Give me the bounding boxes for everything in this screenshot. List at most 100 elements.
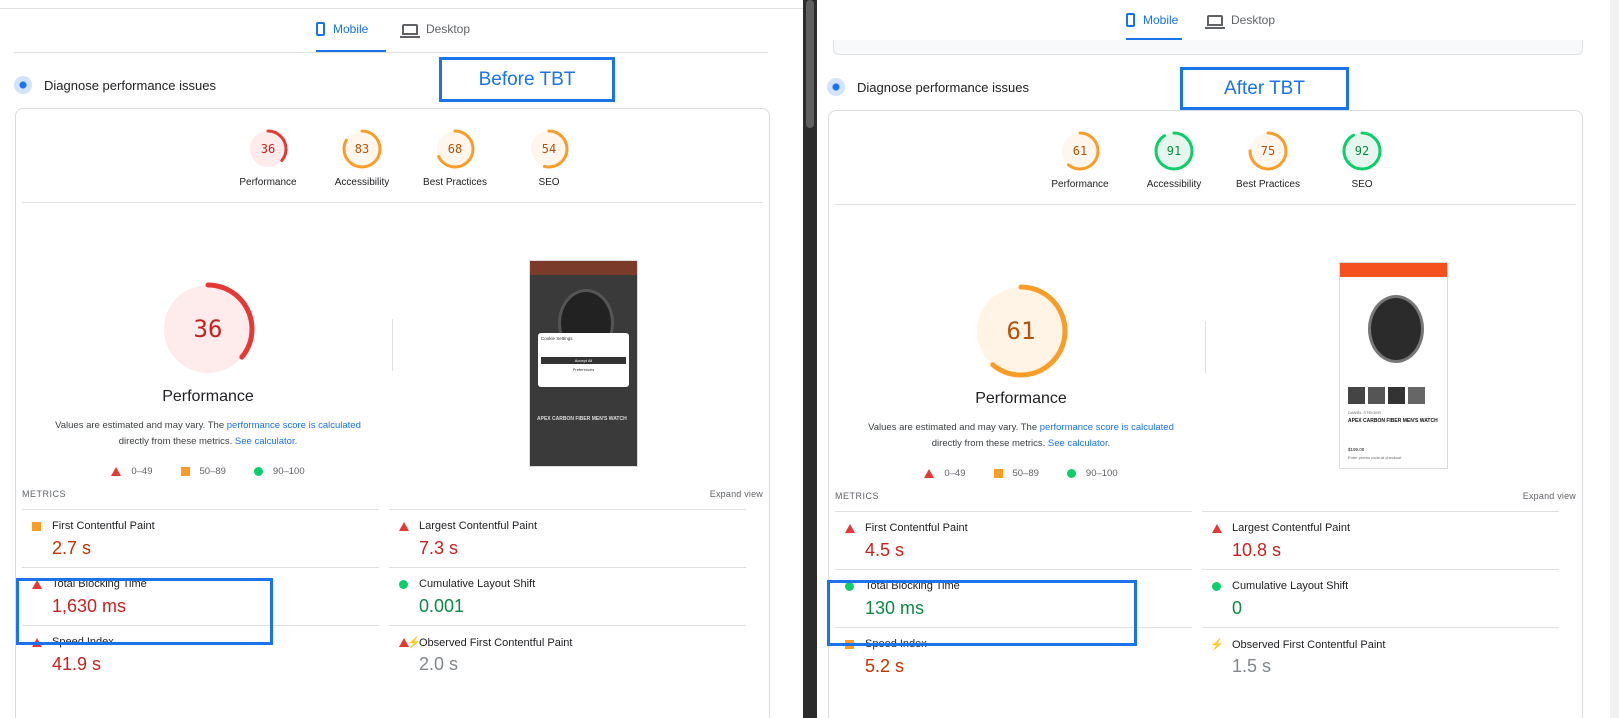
metric-value: 0.001 xyxy=(419,596,465,616)
gauge-score-text: 54 xyxy=(542,142,556,156)
metric-header: ⚡ Observed First Contentful Paint xyxy=(399,636,572,649)
fail-triangle-icon xyxy=(1212,523,1222,533)
after-report-panel: Mobile Desktop Diagnose performance issu… xyxy=(817,0,1619,718)
see-calculator-link[interactable]: See calculator. xyxy=(1048,438,1110,449)
tab-mobile[interactable]: Mobile xyxy=(1126,2,1182,40)
metric-value: 1.5 s xyxy=(1232,656,1272,676)
tab-desktop[interactable]: Desktop xyxy=(400,8,482,50)
performance-big-gauge: 36 xyxy=(43,279,373,384)
gauge-score-text: 83 xyxy=(355,142,369,156)
collapsed-panel-edge xyxy=(833,40,1583,55)
gauge-seo[interactable]: 92 SEO xyxy=(1320,129,1404,190)
see-calculator-link[interactable]: See calculator. xyxy=(235,436,297,447)
diagnose-heading: Diagnose performance issues xyxy=(827,78,1029,96)
gauge-best-practices-ring: 68 xyxy=(413,127,497,171)
pass-circle-icon xyxy=(1212,581,1221,591)
tbt-highlight-box xyxy=(827,580,1137,646)
metric-name: First Contentful Paint xyxy=(52,520,155,532)
gauge-accessibility[interactable]: 83 Accessibility xyxy=(320,127,404,188)
after-tbt-callout: After TBT xyxy=(1180,67,1349,110)
before-tbt-callout: Before TBT xyxy=(439,57,615,102)
laptop-icon xyxy=(1205,14,1225,29)
laptop-icon xyxy=(400,23,420,38)
gauge-seo-ring: 54 xyxy=(507,127,591,171)
metric-cumulative-layout-shift: Cumulative Layout Shift 0.001 xyxy=(389,567,746,626)
separator xyxy=(835,204,1576,205)
metric-rating-indicator: ⚡ xyxy=(399,636,421,649)
metric-value: 41.9 s xyxy=(52,654,102,674)
gauge-best-practices[interactable]: 75 Best Practices xyxy=(1226,129,1310,190)
gauge-score-text: 36 xyxy=(261,142,275,156)
metric-value: 4.5 s xyxy=(865,540,905,560)
performance-score-link[interactable]: performance score is calculated xyxy=(1040,422,1174,433)
metrics-header: METRICS Expand view xyxy=(835,491,1576,501)
metric-value: 10.8 s xyxy=(1232,540,1282,560)
tab-desktop[interactable]: Desktop xyxy=(1205,2,1287,38)
score-gauges: 61 Performance 91 Accessibility 75 Best Pra… xyxy=(829,129,1582,209)
page-screenshot-thumbnail[interactable]: DANIEL STEIGER APEX CARBON FIBER MEN'S W… xyxy=(1339,262,1448,469)
pass-circle-icon xyxy=(1066,469,1076,478)
fail-triangle-icon xyxy=(924,469,935,478)
metric-name: Largest Contentful Paint xyxy=(419,520,538,532)
gauge-performance-ring: 61 xyxy=(1038,129,1122,173)
phone-icon xyxy=(316,22,325,36)
gauge-performance[interactable]: 61 Performance xyxy=(1038,129,1122,190)
metric-observed-first-contentful-paint: ⚡ Observed First Contentful Paint 2.0 s xyxy=(389,625,746,684)
metric-rating-indicator: ⚡ xyxy=(1210,638,1232,651)
gauge-performance[interactable]: 36 Performance xyxy=(226,127,310,188)
metric-name: Cumulative Layout Shift xyxy=(1232,580,1349,592)
expand-view-link[interactable]: Expand view xyxy=(710,489,763,499)
metric-value: 7.3 s xyxy=(419,538,459,558)
metric-name: Cumulative Layout Shift xyxy=(419,578,536,590)
metric-name: First Contentful Paint xyxy=(865,522,968,534)
scrollbar[interactable] xyxy=(1610,0,1619,718)
before-report-panel: Mobile Desktop Diagnose performance issu… xyxy=(0,0,803,718)
metric-header: Cumulative Layout Shift xyxy=(1212,580,1348,592)
window-divider[interactable] xyxy=(803,0,817,718)
metric-first-contentful-paint: First Contentful Paint 2.7 s xyxy=(22,509,379,568)
metric-value: 2.7 s xyxy=(52,538,92,558)
tab-mobile[interactable]: Mobile xyxy=(316,8,386,52)
performance-summary: 61 Performance Values are estimated and … xyxy=(856,281,1186,479)
lightning-icon: ⚡ xyxy=(1210,639,1224,651)
metric-name: Observed First Contentful Paint xyxy=(419,636,573,649)
fail-triangle-icon xyxy=(399,521,409,531)
metric-header: Largest Contentful Paint xyxy=(1212,522,1350,534)
device-tabs: Mobile Desktop xyxy=(14,8,768,53)
metric-largest-contentful-paint: Largest Contentful Paint 7.3 s xyxy=(389,509,746,568)
pass-circle-icon xyxy=(399,579,408,589)
gauge-seo[interactable]: 54 SEO xyxy=(507,127,591,188)
metric-first-contentful-paint: First Contentful Paint 4.5 s xyxy=(835,511,1192,570)
gauge-score-text: 75 xyxy=(1261,144,1275,158)
performance-score-link[interactable]: performance score is calculated xyxy=(227,420,361,431)
watch-image xyxy=(1368,295,1424,363)
gauge-best-practices[interactable]: 68 Best Practices xyxy=(413,127,497,188)
metric-header: First Contentful Paint xyxy=(32,520,155,532)
gauge-score-text: 91 xyxy=(1167,144,1181,158)
metric-cumulative-layout-shift: Cumulative Layout Shift 0 xyxy=(1202,569,1559,628)
score-legend: 0–49 50–89 90–100 xyxy=(43,466,373,477)
pass-circle-icon xyxy=(253,467,263,476)
score-legend: 0–49 50–89 90–100 xyxy=(856,468,1186,479)
separator xyxy=(22,202,763,203)
expand-view-link[interactable]: Expand view xyxy=(1523,491,1576,501)
average-square-icon xyxy=(180,467,190,476)
performance-title: Performance xyxy=(975,390,1067,407)
metric-rating-indicator xyxy=(399,521,419,531)
metric-header: Cumulative Layout Shift xyxy=(399,578,535,590)
performance-title: Performance xyxy=(162,388,254,405)
vertical-divider xyxy=(392,319,393,371)
metric-value: 0 xyxy=(1232,598,1243,618)
average-square-icon xyxy=(993,469,1003,478)
metric-value: 5.2 s xyxy=(865,656,905,676)
metric-name: Largest Contentful Paint xyxy=(1232,522,1351,534)
diagnose-pulse-icon xyxy=(14,76,32,94)
score-gauges: 36 Performance 83 Accessibility 68 Best Pra… xyxy=(16,127,769,207)
average-square-icon xyxy=(32,521,41,531)
metric-rating-indicator xyxy=(1212,523,1232,533)
page-screenshot-thumbnail[interactable]: Cookie Settings Accept All Preferences A… xyxy=(529,260,638,467)
thumb-banner xyxy=(530,261,637,275)
gauge-accessibility[interactable]: 91 Accessibility xyxy=(1132,129,1216,190)
metric-rating-indicator xyxy=(399,579,419,589)
divider-scroll-thumb[interactable] xyxy=(806,0,814,128)
